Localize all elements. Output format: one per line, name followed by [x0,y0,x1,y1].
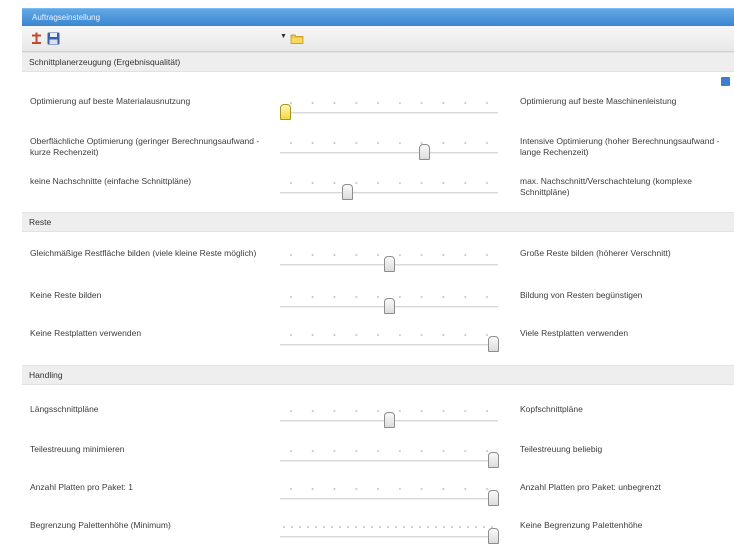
slider-right-label: Viele Restplatten verwenden [520,328,629,338]
slider-track [280,498,498,500]
slider-thumb[interactable] [280,104,291,120]
slider-right-label: Intensive Optimierung (hoher Berechnungs… [520,136,720,157]
slider-thumb[interactable] [488,528,499,544]
slider-right-label: max. Nachschnitt/Verschachtelung (komple… [520,176,692,197]
slider-ticks [280,526,498,528]
slider-left-label: keine Nachschnitte (einfache Schnittplän… [30,176,192,186]
optimization-slider[interactable] [280,130,498,166]
optimization-slider[interactable] [280,90,498,126]
slider-thumb[interactable] [488,490,499,506]
slider-left-label: Begrenzung Palettenhöhe (Minimum) [30,520,171,530]
slider-ticks [280,142,498,144]
slider-track [280,460,498,462]
slider-track [280,344,498,346]
profile-select[interactable] [66,30,284,47]
section-header-reste: Reste [22,212,734,232]
slider-track [280,152,498,154]
slider-ticks [280,182,498,184]
slider-left-label: Gleichmäßige Restfläche bilden (viele kl… [30,248,257,258]
slider-thumb[interactable] [342,184,354,200]
slider-left-label: Teilestreuung minimieren [30,444,125,454]
slider-left-label: Optimierung auf beste Materialausnutzung [30,96,191,106]
slider-right-label: Teilestreuung beliebig [520,444,603,454]
section-header-schnittplanerzeugung: Schnittplanerzeugung (Ergebnisqualität) [22,52,734,72]
slider-row: keine Nachschnitte (einfache Schnittplän… [22,176,734,216]
slider-thumb[interactable] [488,336,499,352]
slider-ticks [280,488,498,490]
slider-right-label: Optimierung auf beste Maschinenleistung [520,96,677,106]
optimization-slider[interactable] [280,242,498,278]
dropdown-arrow-icon[interactable]: ▼ [280,33,287,40]
optimization-slider[interactable] [280,476,499,512]
slider-left-label: Oberflächliche Optimierung (geringer Ber… [30,136,260,157]
slider-row: Gleichmäßige Restfläche bilden (viele kl… [22,248,734,288]
slider-right-label: Kopfschnittpläne [520,404,583,414]
optimization-slider[interactable] [280,322,499,358]
slider-ticks [280,450,498,452]
optimization-slider[interactable] [280,514,499,550]
window-title-bar: Auftragseinstellung [22,8,734,26]
optimization-slider[interactable] [280,284,498,320]
help-icon[interactable] [721,77,730,86]
optimization-slider[interactable] [280,398,498,434]
slider-left-label: Anzahl Platten pro Paket: 1 [30,482,134,492]
section-header-handling: Handling [22,365,734,385]
window-title: Auftragseinstellung [32,13,101,22]
slider-ticks [280,334,498,336]
save-icon[interactable] [47,32,60,45]
slider-left-label: Längsschnittpläne [30,404,99,414]
optimization-slider[interactable] [280,438,499,474]
slider-row: Begrenzung Palettenhöhe (Minimum) Keine B… [22,520,734,550]
section-title: Reste [29,217,52,227]
toolbar: ▼ [22,26,734,52]
slider-thumb[interactable] [384,256,395,272]
slider-left-label: Keine Restplatten verwenden [30,328,142,338]
slider-thumb[interactable] [419,144,431,160]
slider-track [280,112,498,114]
settings-panel: Schnittplanerzeugung (Ergebnisqualität) … [22,52,734,550]
slider-left-label: Keine Reste bilden [30,290,102,300]
optimization-slider[interactable] [280,170,498,206]
slider-right-label: Keine Begrenzung Palettenhöhe [520,520,643,530]
section-title: Handling [29,370,63,380]
slider-track [280,536,498,538]
slider-thumb[interactable] [384,298,395,314]
slider-thumb[interactable] [488,452,499,468]
anchor-icon[interactable] [30,32,43,45]
slider-right-label: Anzahl Platten pro Paket: unbegrenzt [520,482,661,492]
slider-thumb[interactable] [384,412,395,428]
slider-track [280,192,498,194]
slider-row: Keine Restplatten verwenden Viele Restpla… [22,328,734,368]
slider-right-label: Große Reste bilden (höherer Verschnitt) [520,248,671,258]
slider-right-label: Bildung von Resten begünstigen [520,290,643,300]
folder-icon[interactable] [290,31,304,45]
section-title: Schnittplanerzeugung (Ergebnisqualität) [29,57,181,67]
slider-ticks [280,102,498,104]
